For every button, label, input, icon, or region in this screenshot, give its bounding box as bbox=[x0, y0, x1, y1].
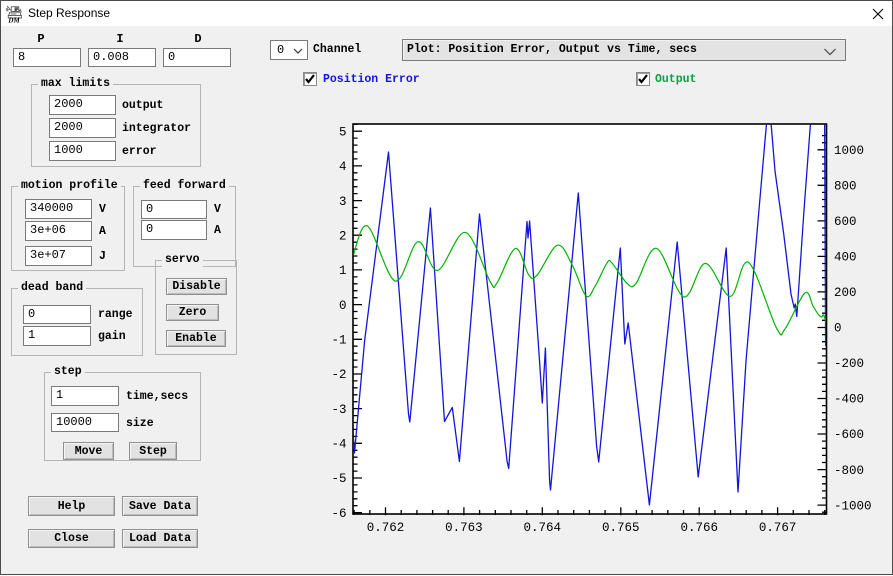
svg-text:0: 0 bbox=[339, 299, 347, 313]
svg-text:600: 600 bbox=[834, 215, 857, 229]
svg-text:-3: -3 bbox=[331, 403, 346, 417]
svg-text:-1000: -1000 bbox=[834, 499, 872, 513]
svg-text:1: 1 bbox=[339, 264, 347, 278]
svg-text:-4: -4 bbox=[331, 438, 346, 452]
svg-text:-1: -1 bbox=[331, 334, 346, 348]
svg-text:-2: -2 bbox=[331, 368, 346, 382]
svg-text:0.762: 0.762 bbox=[367, 521, 405, 535]
svg-text:0.766: 0.766 bbox=[680, 521, 718, 535]
svg-text:200: 200 bbox=[834, 286, 857, 300]
svg-text:5: 5 bbox=[339, 125, 347, 139]
svg-text:-200: -200 bbox=[834, 357, 864, 371]
svg-text:4: 4 bbox=[339, 160, 347, 174]
svg-text:2: 2 bbox=[339, 229, 347, 243]
svg-text:-800: -800 bbox=[834, 464, 864, 478]
svg-text:-400: -400 bbox=[834, 393, 864, 407]
svg-text:800: 800 bbox=[834, 180, 857, 194]
svg-text:0.763: 0.763 bbox=[445, 521, 483, 535]
svg-text:1000: 1000 bbox=[834, 144, 864, 158]
svg-text:0.764: 0.764 bbox=[524, 521, 562, 535]
svg-text:400: 400 bbox=[834, 251, 857, 265]
svg-text:0.765: 0.765 bbox=[602, 521, 640, 535]
svg-text:0.767: 0.767 bbox=[759, 521, 797, 535]
svg-text:-6: -6 bbox=[331, 507, 346, 521]
svg-text:-5: -5 bbox=[331, 472, 346, 486]
svg-text:-600: -600 bbox=[834, 428, 864, 442]
svg-text:0: 0 bbox=[834, 322, 842, 336]
svg-text:3: 3 bbox=[339, 195, 347, 209]
